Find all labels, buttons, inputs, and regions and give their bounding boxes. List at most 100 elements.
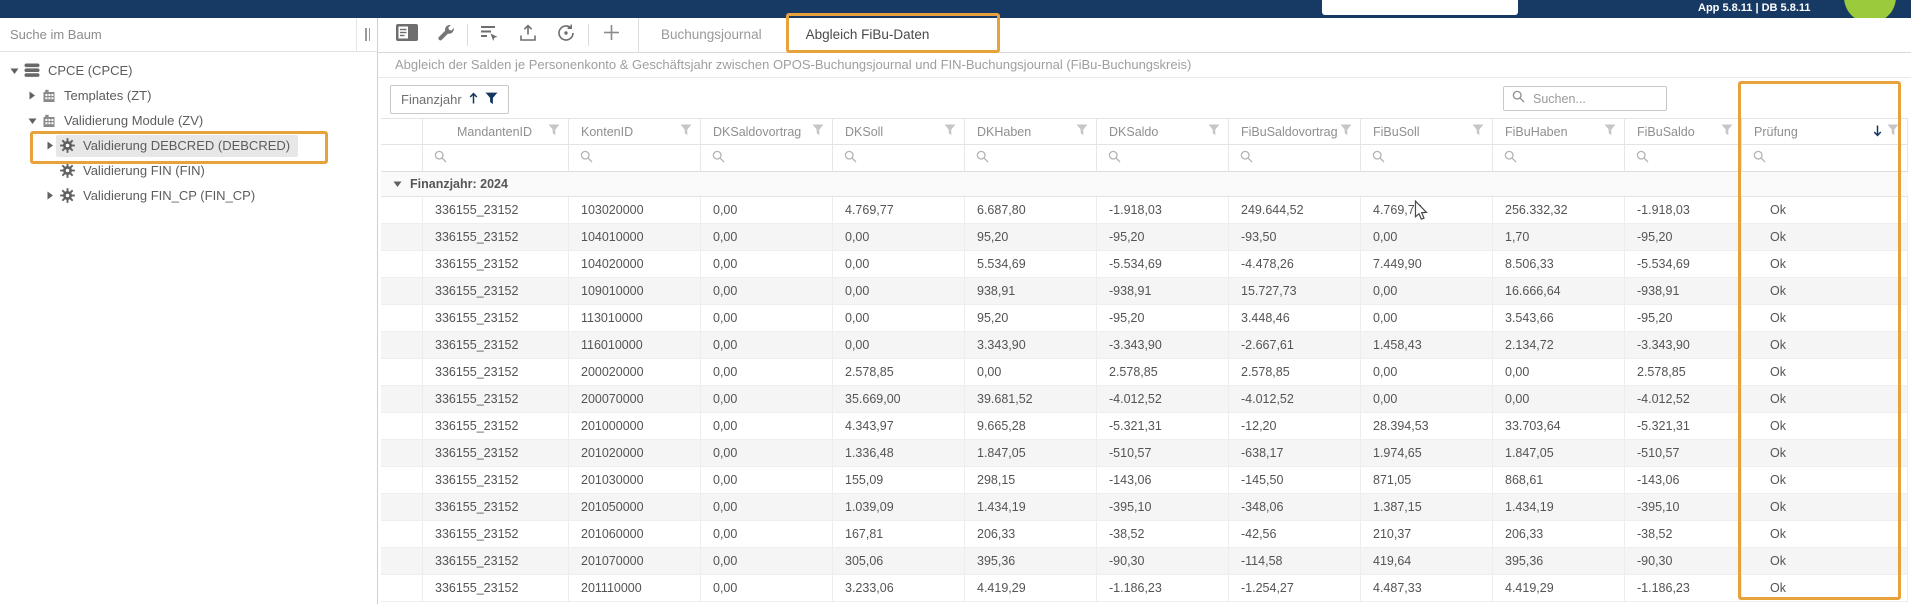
cell-fibusoll: 871,05	[1361, 467, 1493, 493]
column-header-label: DKHaben	[977, 125, 1031, 139]
tree-search-field[interactable]	[0, 18, 357, 52]
table-row[interactable]: 336155_231521160100000,000,003.343,90-3.…	[381, 332, 1908, 359]
filter-funnel-icon[interactable]	[1604, 124, 1616, 139]
column-header-fibusaldo[interactable]: FiBuSaldo	[1625, 119, 1742, 144]
add-new-button[interactable]	[592, 18, 630, 52]
table-row[interactable]: 336155_231522010600000,00167,81206,33-38…	[381, 521, 1908, 548]
filter-cell-mandantenid[interactable]	[423, 145, 569, 171]
group-row-finanzjahr[interactable]: Finanzjahr: 2024	[381, 172, 1908, 197]
column-header-mandantenid[interactable]: MandantenID	[423, 119, 569, 144]
column-header-dksaldovortrag[interactable]: DKSaldovortrag	[701, 119, 833, 144]
filter-cell-fibusoll[interactable]	[1361, 145, 1493, 171]
cell-fibusoll: 210,37	[1361, 521, 1493, 547]
cell-fibuhaben: 256.332,32	[1493, 197, 1625, 223]
tree-node-templates[interactable]: Templates (ZT)	[0, 83, 377, 108]
expand-icon[interactable]	[44, 191, 56, 200]
tab-buchungsjournal[interactable]: Buchungsjournal	[639, 18, 784, 53]
filter-funnel-icon[interactable]	[1340, 124, 1352, 139]
column-header-dkhaben[interactable]: DKHaben	[965, 119, 1097, 144]
column-header-dksoll[interactable]: DKSoll	[833, 119, 965, 144]
navigation-tree: CPCE (CPCE)Templates (ZT)Validierung Mod…	[0, 52, 377, 208]
group-collapse-icon[interactable]	[393, 177, 402, 191]
cell-fibusaldo: -95,20	[1625, 224, 1742, 250]
cell-dksaldovortrag: 0,00	[701, 278, 833, 304]
table-row[interactable]: 336155_231522010000000,004.343,979.665,2…	[381, 413, 1908, 440]
filter-funnel-active-icon[interactable]	[485, 92, 498, 108]
filter-funnel-icon[interactable]	[680, 124, 692, 139]
cell-dksoll: 1.039,09	[833, 494, 965, 520]
sidebar-splitter-handle[interactable]	[357, 18, 378, 52]
tab-abgleich-fibu-daten[interactable]: Abgleich FiBu-Daten	[784, 18, 952, 53]
export-button[interactable]	[509, 18, 547, 52]
table-row[interactable]: 336155_231522010700000,00305,06395,36-90…	[381, 548, 1908, 575]
filter-cell-fibusaldo[interactable]	[1625, 145, 1742, 171]
table-row[interactable]: 336155_231522010200000,001.336,481.847,0…	[381, 440, 1908, 467]
cell-fibusaldo: -395,10	[1625, 494, 1742, 520]
table-row[interactable]: 336155_231522010300000,00155,09298,15-14…	[381, 467, 1908, 494]
filter-cell-dkhaben[interactable]	[965, 145, 1097, 171]
main-panel: Buchungsjournal Abgleich FiBu-Daten Abgl…	[378, 18, 1911, 604]
table-row[interactable]: 336155_231522010500000,001.039,091.434,1…	[381, 494, 1908, 521]
toolbar-divider	[467, 24, 468, 46]
column-header-dksaldo[interactable]: DKSaldo	[1097, 119, 1229, 144]
history-button[interactable]	[547, 18, 585, 52]
filter-funnel-icon[interactable]	[1472, 124, 1484, 139]
filter-cell-dksaldovortrag[interactable]	[701, 145, 833, 171]
table-row[interactable]: 336155_231521090100000,000,00938,91-938,…	[381, 278, 1908, 305]
row-indent-cell	[381, 332, 423, 358]
table-row[interactable]: 336155_231521040100000,000,0095,20-95,20…	[381, 224, 1908, 251]
expand-icon[interactable]	[26, 91, 38, 100]
column-header-fibusaldovortrag[interactable]: FiBuSaldovortrag	[1229, 119, 1361, 144]
filter-cell-kontenid[interactable]	[569, 145, 701, 171]
global-search-input[interactable]	[1322, 0, 1518, 15]
cell-fibusaldovortrag: 249.644,52	[1229, 197, 1361, 223]
table-row[interactable]: 336155_231522000200000,002.578,850,002.5…	[381, 359, 1908, 386]
table-row[interactable]: 336155_231521130100000,000,0095,20-95,20…	[381, 305, 1908, 332]
filter-cell-dksaldo[interactable]	[1097, 145, 1229, 171]
column-header-fibusoll[interactable]: FiBuSoll	[1361, 119, 1493, 144]
expand-icon[interactable]	[44, 141, 56, 150]
cell-dksaldovortrag: 0,00	[701, 548, 833, 574]
filter-cell-dksoll[interactable]	[833, 145, 965, 171]
filter-funnel-icon[interactable]	[1208, 124, 1220, 139]
cell-dksoll: 4.769,77	[833, 197, 965, 223]
tree-node-validierung[interactable]: Validierung DEBCRED (DEBCRED)	[0, 133, 377, 158]
table-search-field[interactable]	[1503, 86, 1667, 111]
tree-node-cpce[interactable]: CPCE (CPCE)	[0, 58, 377, 83]
cell-fibusaldovortrag: 15.727,73	[1229, 278, 1361, 304]
filter-cell-prüfung[interactable]	[1742, 145, 1908, 171]
row-indent-cell	[381, 413, 423, 439]
filter-funnel-icon[interactable]	[548, 124, 560, 139]
tree-node-validierung[interactable]: Validierung FIN_CP (FIN_CP)	[0, 183, 377, 208]
cell-fibusaldo: -95,20	[1625, 305, 1742, 331]
selected-node-highlight[interactable]: Validierung DEBCRED (DEBCRED)	[56, 135, 298, 157]
filter-funnel-icon[interactable]	[1721, 124, 1733, 139]
cell-fibusoll: 1.974,65	[1361, 440, 1493, 466]
apply-sort-button[interactable]	[471, 18, 509, 52]
column-header-kontenid[interactable]: KontenID	[569, 119, 701, 144]
filter-funnel-icon[interactable]	[944, 124, 956, 139]
sort-asc-icon[interactable]	[469, 92, 478, 108]
table-row[interactable]: 336155_231521040200000,000,005.534,69-5.…	[381, 251, 1908, 278]
column-header-label: KontenID	[581, 125, 633, 139]
tree-search-input[interactable]	[8, 26, 338, 43]
group-chip-finanzjahr[interactable]: Finanzjahr	[390, 85, 509, 114]
collapse-icon[interactable]	[26, 117, 38, 125]
filter-cell-fibusaldovortrag[interactable]	[1229, 145, 1361, 171]
search-icon	[1504, 150, 1517, 166]
table-row[interactable]: 336155_231522000700000,0035.669,0039.681…	[381, 386, 1908, 413]
card-view-button[interactable]	[388, 18, 426, 52]
table-row[interactable]: 336155_231522011100000,003.233,064.419,2…	[381, 575, 1908, 602]
tree-node-validierung[interactable]: Validierung Module (ZV)	[0, 108, 377, 133]
column-header-prüfung[interactable]: Prüfung	[1742, 119, 1908, 144]
filter-funnel-icon[interactable]	[1076, 124, 1088, 139]
column-header-fibuhaben[interactable]: FiBuHaben	[1493, 119, 1625, 144]
collapse-icon[interactable]	[8, 67, 20, 75]
filter-funnel-icon[interactable]	[812, 124, 824, 139]
settings-button[interactable]	[426, 18, 464, 52]
table-search-input[interactable]	[1531, 91, 1651, 107]
table-row[interactable]: 336155_231521030200000,004.769,776.687,8…	[381, 197, 1908, 224]
tree-node-validierung[interactable]: Validierung FIN (FIN)	[0, 158, 377, 183]
filter-cell-fibuhaben[interactable]	[1493, 145, 1625, 171]
filter-funnel-icon[interactable]	[1887, 124, 1899, 139]
